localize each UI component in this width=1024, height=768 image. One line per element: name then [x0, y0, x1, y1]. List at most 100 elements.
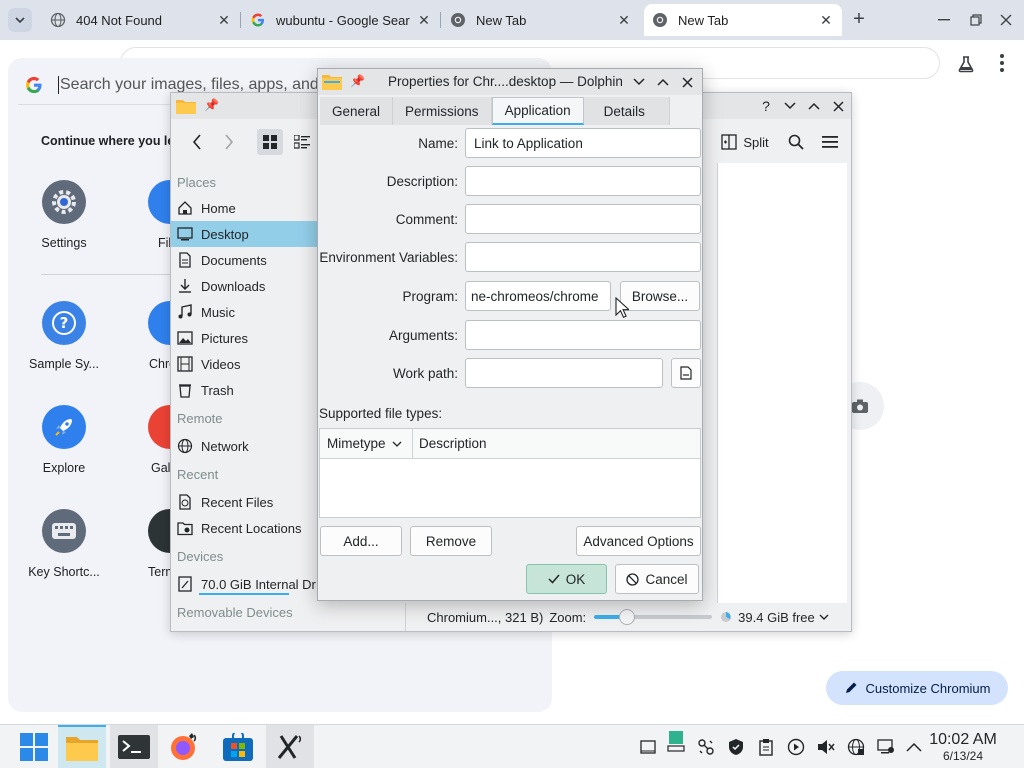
start-menu-button[interactable]: [10, 725, 58, 768]
close-icon[interactable]: ✕: [216, 12, 232, 28]
zoom-handle[interactable]: [619, 609, 636, 625]
name-field[interactable]: Link to Application: [465, 128, 701, 158]
chevron-up-icon[interactable]: [904, 737, 924, 757]
tab-separator: [240, 12, 241, 28]
split-button[interactable]: Split: [717, 129, 773, 155]
volume-muted-icon[interactable]: [816, 737, 836, 757]
network-globe-icon[interactable]: [846, 737, 866, 757]
dialog-title: Properties for Chr....desktop — Dolphin: [388, 74, 623, 89]
place-recent-files[interactable]: Recent Files: [171, 489, 321, 515]
place-network[interactable]: Network: [171, 433, 321, 459]
program-field[interactable]: ne-chromeos/chrome: [465, 281, 611, 311]
media-play-icon[interactable]: [786, 737, 806, 757]
film-icon: [177, 356, 193, 372]
comment-field[interactable]: [465, 204, 701, 234]
add-button[interactable]: Add...: [320, 526, 402, 556]
hamburger-menu-icon[interactable]: [817, 129, 843, 155]
back-icon[interactable]: [185, 129, 209, 155]
help-icon[interactable]: ?: [757, 97, 775, 115]
place-home[interactable]: Home: [171, 195, 321, 221]
comment-label: Comment:: [395, 212, 458, 227]
cancel-label: Cancel: [645, 571, 688, 587]
remove-button[interactable]: Remove: [410, 526, 492, 556]
place-label: Videos: [201, 356, 241, 372]
tab-details[interactable]: Details: [583, 97, 670, 125]
window-icon[interactable]: [638, 737, 658, 757]
ok-button[interactable]: OK: [526, 564, 607, 594]
close-window-button[interactable]: [994, 8, 1018, 32]
clipboard-icon[interactable]: [756, 737, 776, 757]
clipboard-monitor-icon[interactable]: [666, 731, 686, 752]
tab-permissions[interactable]: Permissions: [393, 97, 492, 125]
tab-application[interactable]: Application: [491, 97, 584, 125]
taskbar-x-app[interactable]: [266, 725, 314, 768]
search-icon[interactable]: [783, 129, 809, 155]
maximize-icon[interactable]: [805, 97, 823, 115]
tab-404[interactable]: 404 Not Found ✕: [42, 4, 240, 36]
place-label: Documents: [201, 252, 267, 268]
place-recent-locations[interactable]: Recent Locations: [171, 515, 321, 541]
connect-icon[interactable]: [696, 737, 716, 757]
zoom-slider[interactable]: [594, 609, 713, 625]
minimize-button[interactable]: [932, 8, 956, 32]
close-icon[interactable]: [829, 97, 847, 115]
place-music[interactable]: Music: [171, 299, 321, 325]
close-icon[interactable]: ✕: [416, 12, 432, 28]
tab-general[interactable]: General: [320, 97, 394, 125]
continue-label: Continue where you lef: [41, 134, 179, 148]
app-settings[interactable]: Settings: [14, 180, 114, 250]
app-sample-system[interactable]: ? Sample Sy...: [14, 301, 114, 371]
close-icon[interactable]: ✕: [818, 12, 834, 28]
workpath-browse-button[interactable]: [671, 358, 701, 388]
place-videos[interactable]: Videos: [171, 351, 321, 377]
properties-titlebar[interactable]: 📌 Properties for Chr....desktop — Dolphi…: [318, 69, 702, 95]
rocket-icon: [42, 405, 86, 449]
forward-icon[interactable]: [217, 129, 241, 155]
workpath-field[interactable]: [465, 358, 663, 388]
arguments-field[interactable]: [465, 320, 701, 350]
env-vars-field[interactable]: [465, 242, 701, 272]
place-pictures[interactable]: Pictures: [171, 325, 321, 351]
tab-google[interactable]: wubuntu - Google Sear ✕: [242, 4, 440, 36]
shield-icon[interactable]: [726, 737, 746, 757]
pin-icon[interactable]: 📌: [204, 98, 219, 112]
advanced-options-button[interactable]: Advanced Options: [576, 526, 701, 556]
file-types-table[interactable]: Mimetype Description: [319, 428, 701, 518]
chevron-down-icon[interactable]: [819, 614, 829, 620]
tab-new-tab[interactable]: New Tab ✕: [442, 4, 640, 36]
folder-icon: [66, 737, 98, 761]
taskbar-store[interactable]: [214, 725, 262, 768]
description-column-header[interactable]: Description: [413, 429, 700, 458]
mimetype-column-header[interactable]: Mimetype: [320, 429, 413, 458]
description-field[interactable]: [465, 166, 701, 196]
tab-search-button[interactable]: [8, 8, 32, 32]
place-downloads[interactable]: Downloads: [171, 273, 321, 299]
taskbar-firefox[interactable]: [160, 725, 208, 768]
clock[interactable]: 10:02 AM 6/13/24: [926, 731, 1000, 764]
new-tab-button[interactable]: +: [848, 9, 870, 31]
flask-icon[interactable]: [956, 54, 976, 74]
place-internal-drive[interactable]: 70.0 GiB Internal Dr: [171, 571, 321, 597]
taskbar-terminal[interactable]: [110, 725, 158, 768]
file-view[interactable]: [717, 163, 847, 603]
icons-view-icon[interactable]: [257, 129, 283, 155]
pin-icon[interactable]: 📌: [350, 74, 365, 88]
minimize-icon[interactable]: [630, 73, 648, 91]
customize-chromium-button[interactable]: Customize Chromium: [826, 671, 1008, 705]
close-icon[interactable]: ✕: [616, 12, 632, 28]
display-settings-icon[interactable]: [876, 737, 896, 757]
more-vert-icon[interactable]: [994, 52, 1010, 74]
place-trash[interactable]: Trash: [171, 377, 321, 403]
maximize-icon[interactable]: [654, 73, 672, 91]
minimize-icon[interactable]: [781, 97, 799, 115]
cancel-button[interactable]: Cancel: [615, 564, 699, 594]
app-explore[interactable]: Explore: [14, 405, 114, 475]
place-label: 70.0 GiB Internal Dr: [201, 576, 316, 592]
place-desktop[interactable]: Desktop: [171, 221, 321, 247]
tab-new-tab-active[interactable]: New Tab ✕: [644, 4, 842, 36]
restore-button[interactable]: [964, 8, 988, 32]
browse-button[interactable]: Browse...: [620, 281, 700, 311]
close-icon[interactable]: [678, 73, 696, 91]
taskbar-dolphin[interactable]: [58, 725, 106, 768]
app-key-shortcuts[interactable]: Key Shortc...: [14, 509, 114, 579]
